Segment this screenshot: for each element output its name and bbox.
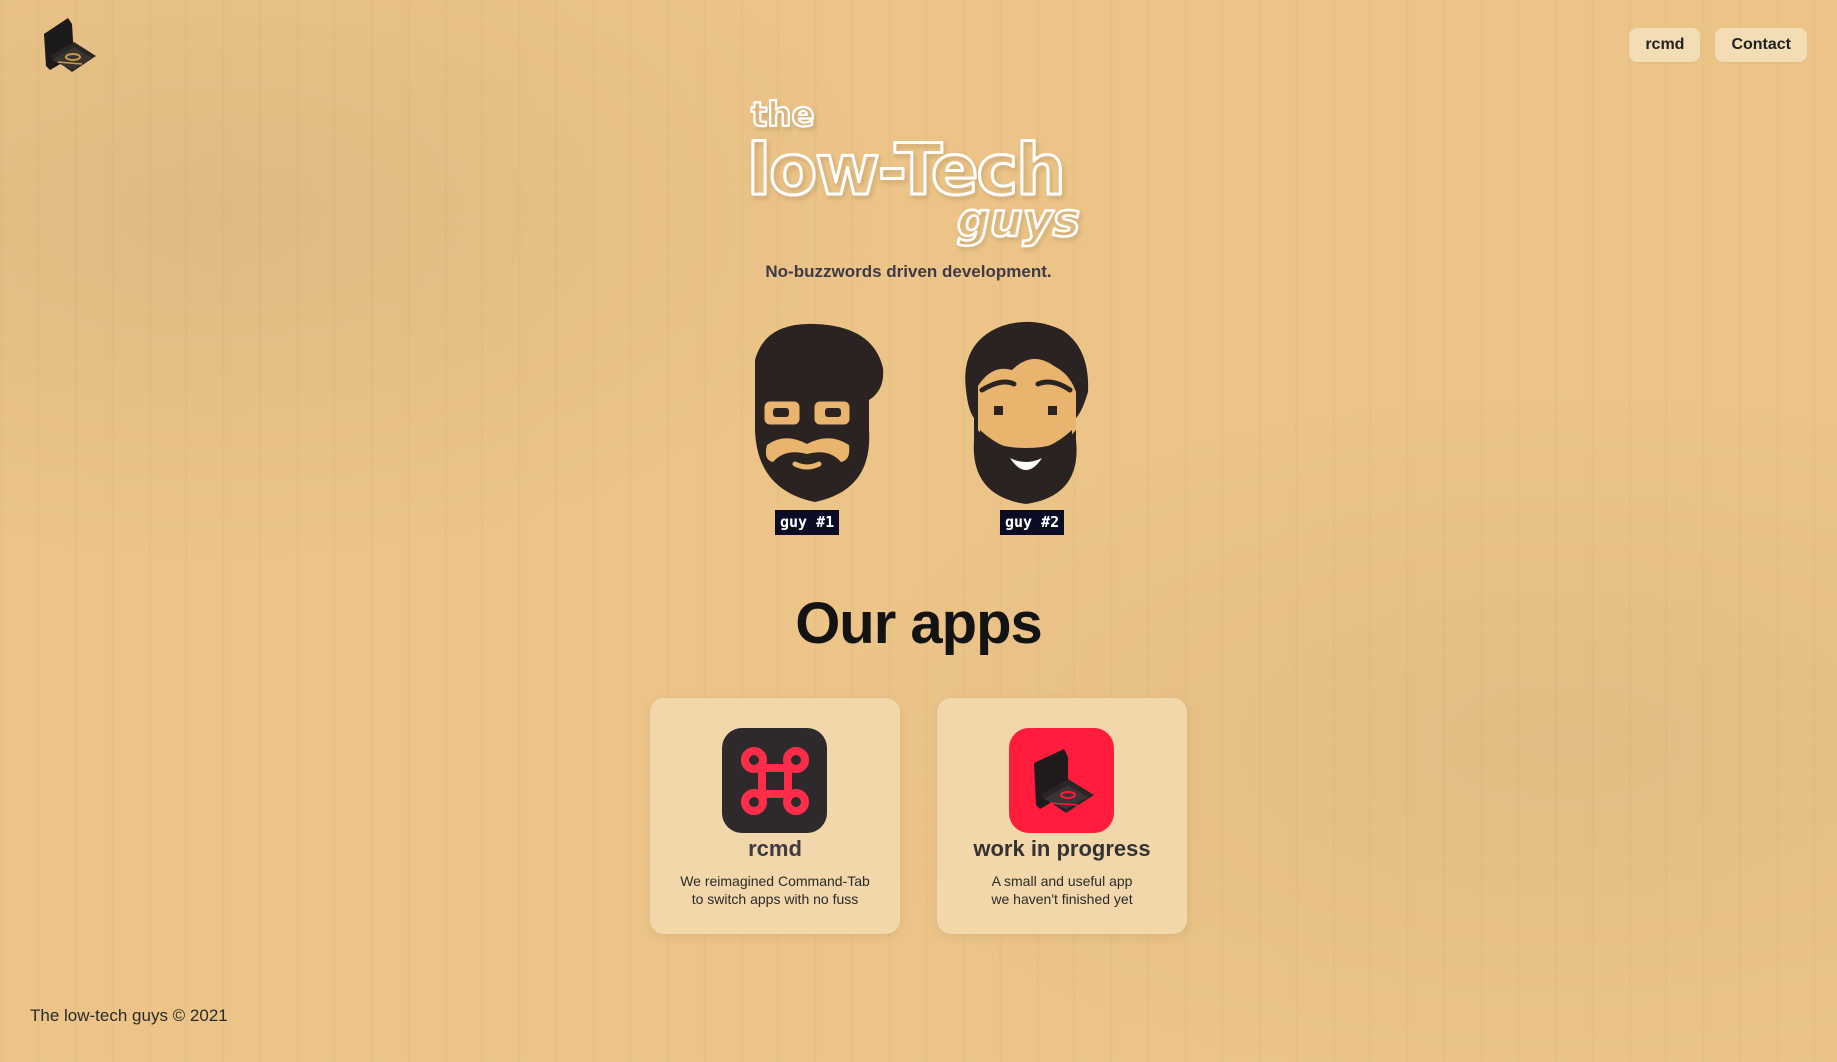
app-description-line-1: A small and useful app — [991, 873, 1133, 889]
guy-1-label: guy #1 — [775, 510, 840, 535]
typewriter-icon — [1033, 748, 1094, 813]
app-description: We reimagined Command-Tab to switch apps… — [650, 872, 900, 908]
tagline: No-buzzwords driven development. — [765, 262, 1052, 281]
app-description-line-2: we haven't finished yet — [991, 891, 1133, 907]
wip-app-icon — [1009, 728, 1114, 833]
wordmark-guys: guys — [957, 193, 1080, 247]
brand-wordmark: the low-Tech guys — [746, 94, 1082, 248]
nav-rcmd-button[interactable]: rcmd — [1629, 28, 1701, 62]
app-name: rcmd — [748, 836, 802, 861]
site-logo[interactable] — [38, 12, 102, 78]
nav-contact-button[interactable]: Contact — [1715, 28, 1807, 62]
app-card-rcmd[interactable]: rcmd We reimagined Command-Tab to switch… — [650, 698, 900, 934]
apps-section-title: Our apps — [795, 591, 1043, 656]
guy-1-avatar — [745, 320, 885, 538]
app-card-work-in-progress[interactable]: work in progress A small and useful app … — [937, 698, 1187, 934]
command-key-icon — [740, 746, 809, 815]
rcmd-app-icon — [722, 728, 827, 833]
bearded-glasses-face-icon — [755, 323, 884, 502]
guy-2-avatar — [962, 320, 1102, 538]
app-description: A small and useful app we haven't finish… — [937, 872, 1187, 908]
app-description-line-1: We reimagined Command-Tab — [680, 873, 870, 889]
guy-2-label: guy #2 — [1000, 510, 1065, 535]
typewriter-icon — [44, 18, 96, 72]
app-name: work in progress — [973, 836, 1151, 861]
app-description-line-2: to switch apps with no fuss — [691, 891, 859, 907]
bearded-face-icon — [965, 321, 1089, 504]
footer-copyright: The low-tech guys © 2021 — [30, 1006, 228, 1025]
top-nav: rcmd Contact — [1629, 28, 1807, 62]
